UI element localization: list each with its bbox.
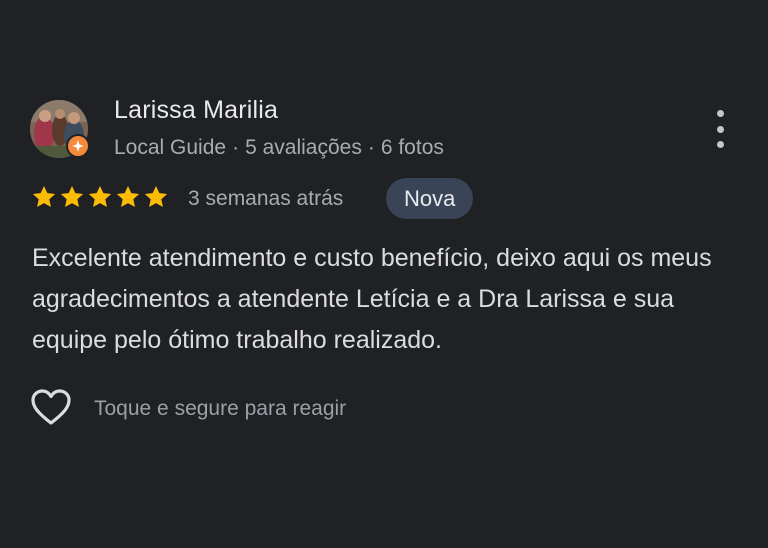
react-label: Toque e segure para reagir [94, 397, 347, 420]
menu-dot [716, 110, 724, 117]
meta-separator: · [232, 136, 240, 159]
author-name[interactable]: Larissa Marilia [114, 96, 278, 125]
reviews-count: 5 avaliações [245, 136, 362, 159]
local-guide-star-icon [66, 134, 90, 158]
heart-outline-icon [31, 389, 71, 425]
star-icon [144, 185, 168, 207]
avatar[interactable] [30, 100, 90, 158]
meta-separator: · [367, 136, 375, 159]
review-text: Excelente atendimento e custo benefício,… [32, 244, 712, 354]
star-icon [116, 185, 140, 207]
star-icon [60, 185, 84, 207]
star-icon [88, 185, 112, 207]
star-icon [32, 185, 56, 207]
photos-count: 6 fotos [380, 136, 444, 159]
menu-dot [716, 141, 724, 148]
more-vertical-icon[interactable] [708, 110, 732, 148]
author-meta: Local Guide · 5 avaliações · 6 fotos [114, 136, 444, 160]
local-guide-label: Local Guide [114, 136, 227, 159]
star-rating [31, 184, 169, 210]
react-button[interactable]: Toque e segure para reagir [30, 388, 346, 426]
review-time: 3 semanas atrás [188, 187, 344, 210]
menu-dot [716, 125, 724, 133]
new-badge: Nova [386, 178, 474, 219]
